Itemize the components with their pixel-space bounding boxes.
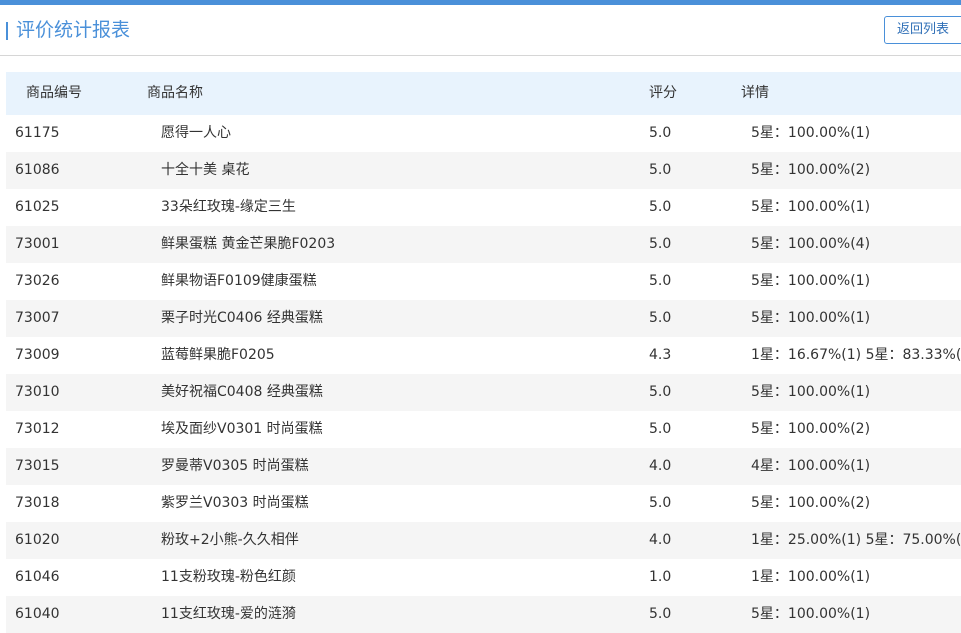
detail-cell: 4星：100.00%(1) xyxy=(751,458,871,474)
detail-cell: 5星：100.00%(4) xyxy=(751,236,871,252)
product-id-cell: 61025 xyxy=(15,199,60,215)
product-name-cell: 紫罗兰V0303 时尚蛋糕 xyxy=(161,495,309,511)
product-name-cell: 美好祝福C0408 经典蛋糕 xyxy=(161,384,323,400)
score-cell: 4.0 xyxy=(649,458,672,474)
product-name-cell: 鲜果蛋糕 黄金芒果脆F0203 xyxy=(161,236,336,252)
score-cell: 5.0 xyxy=(649,125,672,141)
product-name-cell: 鲜果物语F0109健康蛋糕 xyxy=(161,273,317,289)
product-id-cell: 61040 xyxy=(15,606,60,622)
score-cell: 5.0 xyxy=(649,162,672,178)
product-id-cell: 73012 xyxy=(15,421,60,437)
table-row: 73009 蓝莓鲜果脆F0205 4.3 1星：16.67%(1) 5星：83.33%… xyxy=(6,337,961,374)
product-name-cell: 粉玫+2小熊-久久相伴 xyxy=(161,532,299,548)
product-name-cell: 栗子时光C0406 经典蛋糕 xyxy=(161,310,323,326)
detail-cell: 1星：100.00%(1) xyxy=(751,569,871,585)
product-id-cell: 73026 xyxy=(15,273,60,289)
product-name-cell: 十全十美 桌花 xyxy=(161,162,250,178)
detail-cell: 5星：100.00%(1) xyxy=(751,125,871,141)
column-header-score: 评分 xyxy=(649,85,677,101)
detail-cell: 5星：100.00%(1) xyxy=(751,199,871,215)
table-row: 73015 罗曼蒂V0305 时尚蛋糕 4.0 4星：100.00%(1) xyxy=(6,448,961,485)
table-row: 61025 33朵红玫瑰-缘定三生 5.0 5星：100.00%(1) xyxy=(6,189,961,226)
table-body: 61175 愿得一人心 5.0 5星：100.00%(1) 61086 十全十美 桌花 5.… xyxy=(6,115,961,633)
product-name-cell: 罗曼蒂V0305 时尚蛋糕 xyxy=(161,458,309,474)
score-cell: 4.3 xyxy=(649,347,672,363)
table-row: 61086 十全十美 桌花 5.0 5星：100.00%(2) xyxy=(6,152,961,189)
score-cell: 5.0 xyxy=(649,273,672,289)
table-row: 73026 鲜果物语F0109健康蛋糕 5.0 5星：100.00%(1) xyxy=(6,263,961,300)
score-cell: 4.0 xyxy=(649,532,672,548)
table-row: 61020 粉玫+2小熊-久久相伴 4.0 1星：25.00%(1) 5星：75.00… xyxy=(6,522,961,559)
page-header: 评价统计报表 返回列表 xyxy=(0,5,961,56)
score-cell: 5.0 xyxy=(649,495,672,511)
column-header-product-id: 商品编号 xyxy=(26,85,82,101)
product-id-cell: 61086 xyxy=(15,162,60,178)
product-name-cell: 33朵红玫瑰-缘定三生 xyxy=(161,199,296,215)
product-name-cell: 蓝莓鲜果脆F0205 xyxy=(161,347,275,363)
product-name-cell: 11支红玫瑰-爱的涟漪 xyxy=(161,606,296,622)
score-cell: 5.0 xyxy=(649,310,672,326)
detail-cell: 1星：16.67%(1) 5星：83.33%(5) xyxy=(751,347,961,363)
product-id-cell: 73015 xyxy=(15,458,60,474)
score-cell: 5.0 xyxy=(649,236,672,252)
rating-stats-table: 商品编号 商品名称 评分 详情 61175 愿得一人心 5.0 5星：100.00%(… xyxy=(6,72,961,633)
score-cell: 1.0 xyxy=(649,569,672,585)
detail-cell: 1星：25.00%(1) 5星：75.00%(3) xyxy=(751,532,961,548)
score-cell: 5.0 xyxy=(649,384,672,400)
product-name-cell: 埃及面纱V0301 时尚蛋糕 xyxy=(161,421,323,437)
product-name-cell: 愿得一人心 xyxy=(161,125,231,141)
table-row: 73001 鲜果蛋糕 黄金芒果脆F0203 5.0 5星：100.00%(4) xyxy=(6,226,961,263)
table-header-row: 商品编号 商品名称 评分 详情 xyxy=(6,72,961,115)
product-id-cell: 73018 xyxy=(15,495,60,511)
product-id-cell: 73001 xyxy=(15,236,60,252)
column-header-detail: 详情 xyxy=(741,85,769,101)
table-row: 73012 埃及面纱V0301 时尚蛋糕 5.0 5星：100.00%(2) xyxy=(6,411,961,448)
table-row: 73010 美好祝福C0408 经典蛋糕 5.0 5星：100.00%(1) xyxy=(6,374,961,411)
score-cell: 5.0 xyxy=(649,199,672,215)
detail-cell: 5星：100.00%(2) xyxy=(751,421,871,437)
title-accent-mark xyxy=(6,22,8,40)
product-id-cell: 73007 xyxy=(15,310,60,326)
product-id-cell: 61046 xyxy=(15,569,60,585)
product-name-cell: 11支粉玫瑰-粉色红颜 xyxy=(161,569,296,585)
detail-cell: 5星：100.00%(1) xyxy=(751,606,871,622)
product-id-cell: 73010 xyxy=(15,384,60,400)
score-cell: 5.0 xyxy=(649,606,672,622)
product-id-cell: 73009 xyxy=(15,347,60,363)
page-title: 评价统计报表 xyxy=(16,19,131,41)
product-id-cell: 61020 xyxy=(15,532,60,548)
table-row: 61040 11支红玫瑰-爱的涟漪 5.0 5星：100.00%(1) xyxy=(6,596,961,633)
detail-cell: 5星：100.00%(1) xyxy=(751,310,871,326)
detail-cell: 5星：100.00%(2) xyxy=(751,495,871,511)
detail-cell: 5星：100.00%(1) xyxy=(751,273,871,289)
table-row: 61046 11支粉玫瑰-粉色红颜 1.0 1星：100.00%(1) xyxy=(6,559,961,596)
table-row: 73007 栗子时光C0406 经典蛋糕 5.0 5星：100.00%(1) xyxy=(6,300,961,337)
table-row: 73018 紫罗兰V0303 时尚蛋糕 5.0 5星：100.00%(2) xyxy=(6,485,961,522)
table-row: 61175 愿得一人心 5.0 5星：100.00%(1) xyxy=(6,115,961,152)
column-header-product-name: 商品名称 xyxy=(147,85,203,101)
product-id-cell: 61175 xyxy=(15,125,60,141)
score-cell: 5.0 xyxy=(649,421,672,437)
detail-cell: 5星：100.00%(1) xyxy=(751,384,871,400)
detail-cell: 5星：100.00%(2) xyxy=(751,162,871,178)
back-to-list-button[interactable]: 返回列表 xyxy=(884,16,961,44)
